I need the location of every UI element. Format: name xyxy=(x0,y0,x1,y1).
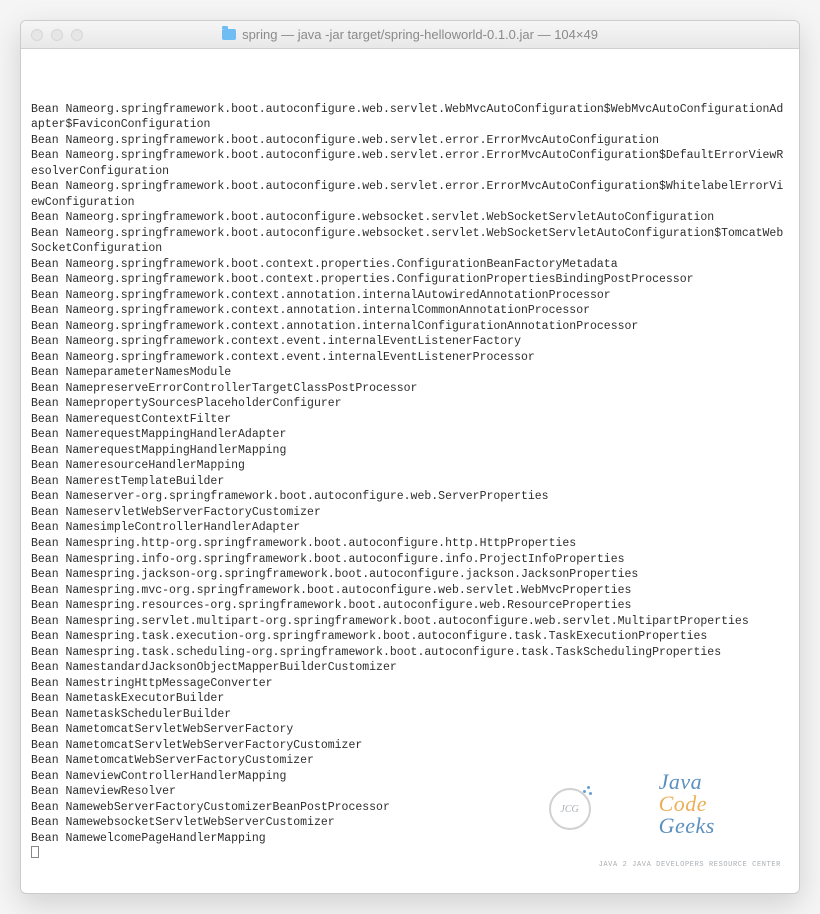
terminal-line: Bean Nameorg.springframework.context.eve… xyxy=(31,334,789,350)
terminal-output[interactable]: Bean Nameorg.springframework.boot.autoco… xyxy=(21,49,799,893)
watermark-circle-text: JCG xyxy=(560,803,578,817)
terminal-line: Bean NameservletWebServerFactoryCustomiz… xyxy=(31,505,789,521)
terminal-line: Bean Namespring.info-org.springframework… xyxy=(31,552,789,568)
minimize-button[interactable] xyxy=(51,29,63,41)
terminal-line: Bean Nameorg.springframework.context.ann… xyxy=(31,288,789,304)
watermark-logo: JCG Java Code Geeks JAVA 2 JAVA DEVELOPE… xyxy=(549,749,781,869)
terminal-line: Bean NamerestTemplateBuilder xyxy=(31,474,789,490)
terminal-line: Bean NameparameterNamesModule xyxy=(31,365,789,381)
terminal-line: Bean Nameorg.springframework.boot.autoco… xyxy=(31,102,789,133)
terminal-line: Bean Namespring.jackson-org.springframew… xyxy=(31,567,789,583)
close-button[interactable] xyxy=(31,29,43,41)
watermark-sub: JAVA 2 JAVA DEVELOPERS RESOURCE CENTER xyxy=(599,862,781,869)
terminal-line: Bean NamepropertySourcesPlaceholderConfi… xyxy=(31,396,789,412)
terminal-line: Bean Namespring.task.execution-org.sprin… xyxy=(31,629,789,645)
terminal-line: Bean NametaskExecutorBuilder xyxy=(31,691,789,707)
terminal-line: Bean NametomcatServletWebServerFactory xyxy=(31,722,789,738)
terminal-line: Bean Nameorg.springframework.context.ann… xyxy=(31,303,789,319)
terminal-line: Bean NameresourceHandlerMapping xyxy=(31,458,789,474)
terminal-line: Bean Namespring.resources-org.springfram… xyxy=(31,598,789,614)
titlebar[interactable]: spring — java -jar target/spring-hellowo… xyxy=(21,21,799,49)
terminal-line: Bean NamepreserveErrorControllerTargetCl… xyxy=(31,381,789,397)
terminal-line: Bean NamerequestMappingHandlerAdapter xyxy=(31,427,789,443)
window-title: spring — java -jar target/spring-hellowo… xyxy=(21,27,799,42)
terminal-line: Bean Nameserver-org.springframework.boot… xyxy=(31,489,789,505)
watermark-geeks: Geeks xyxy=(659,813,715,838)
terminal-line: Bean Nameorg.springframework.boot.autoco… xyxy=(31,133,789,149)
watermark-main: Java Code Geeks xyxy=(599,749,781,859)
terminal-line: Bean NamestringHttpMessageConverter xyxy=(31,676,789,692)
terminal-line: Bean Nameorg.springframework.boot.autoco… xyxy=(31,210,789,226)
terminal-line: Bean NamerequestMappingHandlerMapping xyxy=(31,443,789,459)
terminal-line: Bean Namespring.http-org.springframework… xyxy=(31,536,789,552)
terminal-line: Bean Nameorg.springframework.context.eve… xyxy=(31,350,789,366)
zoom-button[interactable] xyxy=(71,29,83,41)
terminal-line: Bean Namespring.servlet.multipart-org.sp… xyxy=(31,614,789,630)
traffic-lights xyxy=(31,29,83,41)
terminal-line: Bean NamesimpleControllerHandlerAdapter xyxy=(31,520,789,536)
terminal-window: spring — java -jar target/spring-hellowo… xyxy=(20,20,800,894)
terminal-line: Bean Nameorg.springframework.boot.contex… xyxy=(31,272,789,288)
terminal-line: Bean Nameorg.springframework.context.ann… xyxy=(31,319,789,335)
terminal-line: Bean NamerequestContextFilter xyxy=(31,412,789,428)
terminal-line: Bean Namespring.task.scheduling-org.spri… xyxy=(31,645,789,661)
watermark-dots-icon xyxy=(583,786,593,796)
terminal-line: Bean NamestandardJacksonObjectMapperBuil… xyxy=(31,660,789,676)
watermark-text: Java Code Geeks JAVA 2 JAVA DEVELOPERS R… xyxy=(599,749,781,869)
terminal-line: Bean Nameorg.springframework.boot.contex… xyxy=(31,257,789,273)
terminal-line: Bean Nameorg.springframework.boot.autoco… xyxy=(31,148,789,179)
terminal-cursor xyxy=(31,846,39,858)
watermark-circle-icon: JCG xyxy=(549,788,591,830)
terminal-line: Bean Namespring.mvc-org.springframework.… xyxy=(31,583,789,599)
folder-icon xyxy=(222,29,236,40)
window-title-text: spring — java -jar target/spring-hellowo… xyxy=(242,27,598,42)
terminal-line: Bean NametaskSchedulerBuilder xyxy=(31,707,789,723)
terminal-line: Bean Nameorg.springframework.boot.autoco… xyxy=(31,226,789,257)
terminal-line: Bean Nameorg.springframework.boot.autoco… xyxy=(31,179,789,210)
